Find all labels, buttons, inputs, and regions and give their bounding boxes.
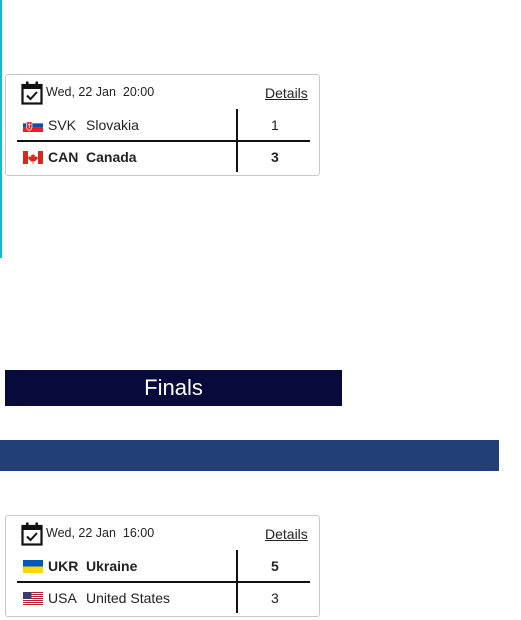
details-link[interactable]: Details (265, 526, 308, 542)
game-date-time: Wed, 22 Jan 16:00 (46, 526, 155, 540)
team-code: CAN (48, 149, 79, 165)
team-name: Ukraine (86, 558, 138, 574)
team-row-usa: USA United States 3 (17, 582, 310, 614)
score-column-divider (236, 550, 238, 613)
team-name: Canada (86, 149, 137, 165)
team-code: USA (48, 590, 77, 606)
finals-header: Finals (5, 370, 342, 406)
bracket-connector-line (0, 0, 2, 258)
team-code: UKR (48, 558, 79, 574)
team-row-ukr: UKR Ukraine 5 (17, 550, 310, 582)
finals-title: Finals (144, 375, 203, 400)
team-name: Slovakia (86, 117, 139, 133)
team-row-svk: SVK Slovakia 1 (17, 109, 310, 141)
ukr-flag-icon (23, 560, 43, 573)
team-score: 5 (271, 558, 279, 574)
team-code: SVK (48, 117, 77, 133)
team-score: 1 (271, 117, 279, 133)
game-card-ukr-usa: Wed, 22 Jan 16:00 Details UKR Ukraine 5 … (5, 515, 320, 617)
round-bar (0, 440, 499, 471)
details-link[interactable]: Details (265, 85, 308, 101)
game-card-svk-can: Wed, 22 Jan 20:00 Details SVK Slovakia 1… (5, 74, 320, 176)
game-date-time: Wed, 22 Jan 20:00 (46, 85, 155, 99)
score-column-divider (236, 109, 238, 172)
team-name: United States (86, 590, 171, 606)
team-row-can: CAN Canada 3 (17, 141, 310, 173)
team-score: 3 (271, 590, 279, 606)
team-score: 3 (271, 149, 279, 165)
calendar-check-icon (21, 522, 43, 546)
can-flag-icon (23, 151, 43, 164)
calendar-check-icon (21, 81, 43, 105)
svk-flag-icon (23, 119, 43, 132)
usa-flag-icon (23, 592, 43, 605)
